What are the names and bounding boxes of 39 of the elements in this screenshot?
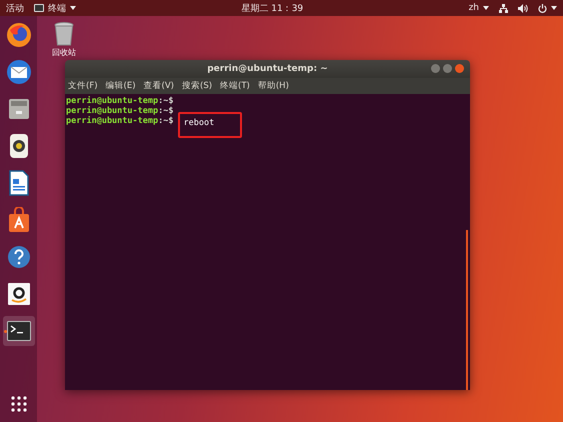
file-cabinet-icon bbox=[6, 97, 30, 121]
caret-icon bbox=[483, 6, 489, 10]
trash-icon[interactable] bbox=[54, 22, 74, 46]
terminal-icon bbox=[6, 321, 30, 341]
caret-icon bbox=[70, 6, 76, 10]
menu-item[interactable]: 搜索(S) bbox=[182, 80, 212, 92]
menu-item[interactable]: 文件(F) bbox=[68, 80, 98, 92]
scrollbar-thumb[interactable] bbox=[466, 230, 468, 390]
running-indicator bbox=[4, 330, 6, 333]
language-menu[interactable]: zh bbox=[468, 3, 489, 13]
app-menu[interactable]: 终端 bbox=[34, 2, 76, 14]
activities-button[interactable]: 活动 bbox=[6, 2, 24, 14]
document-icon bbox=[8, 170, 30, 196]
power-icon bbox=[538, 4, 547, 12]
desktop-icon-label: 回收站 bbox=[52, 47, 76, 58]
help-icon bbox=[6, 245, 30, 269]
app-grid-icon bbox=[10, 396, 26, 412]
terminal-prompt: perrin@ubuntu-temp:~$ bbox=[66, 116, 174, 126]
terminal-icon bbox=[34, 4, 44, 12]
menu-item[interactable]: 查看(V) bbox=[144, 80, 174, 92]
menu-item[interactable]: 帮助(H) bbox=[258, 80, 289, 92]
envelope-icon bbox=[6, 59, 32, 85]
shopping-bag-icon bbox=[6, 207, 30, 233]
terminal-prompt: perrin@ubuntu-temp:~$ bbox=[66, 96, 174, 106]
volume-icon[interactable] bbox=[518, 4, 528, 12]
close-button[interactable] bbox=[455, 64, 464, 73]
network-icon[interactable] bbox=[499, 4, 508, 12]
speaker-icon bbox=[8, 133, 30, 159]
window-title: perrin@ubuntu-temp: ~ bbox=[207, 64, 328, 74]
maximize-button[interactable] bbox=[443, 64, 452, 73]
menu-item[interactable]: 编辑(E) bbox=[106, 80, 136, 92]
menu-item[interactable]: 终端(T) bbox=[220, 80, 250, 92]
system-menu[interactable] bbox=[538, 4, 557, 12]
dock-item[interactable] bbox=[2, 316, 34, 346]
terminal-prompt: perrin@ubuntu-temp:~$ bbox=[66, 106, 174, 116]
minimize-button[interactable] bbox=[431, 64, 440, 73]
terminal-command: reboot bbox=[178, 112, 242, 138]
clock[interactable]: 星期二 11：39 bbox=[241, 2, 304, 14]
caret-icon bbox=[551, 6, 557, 10]
